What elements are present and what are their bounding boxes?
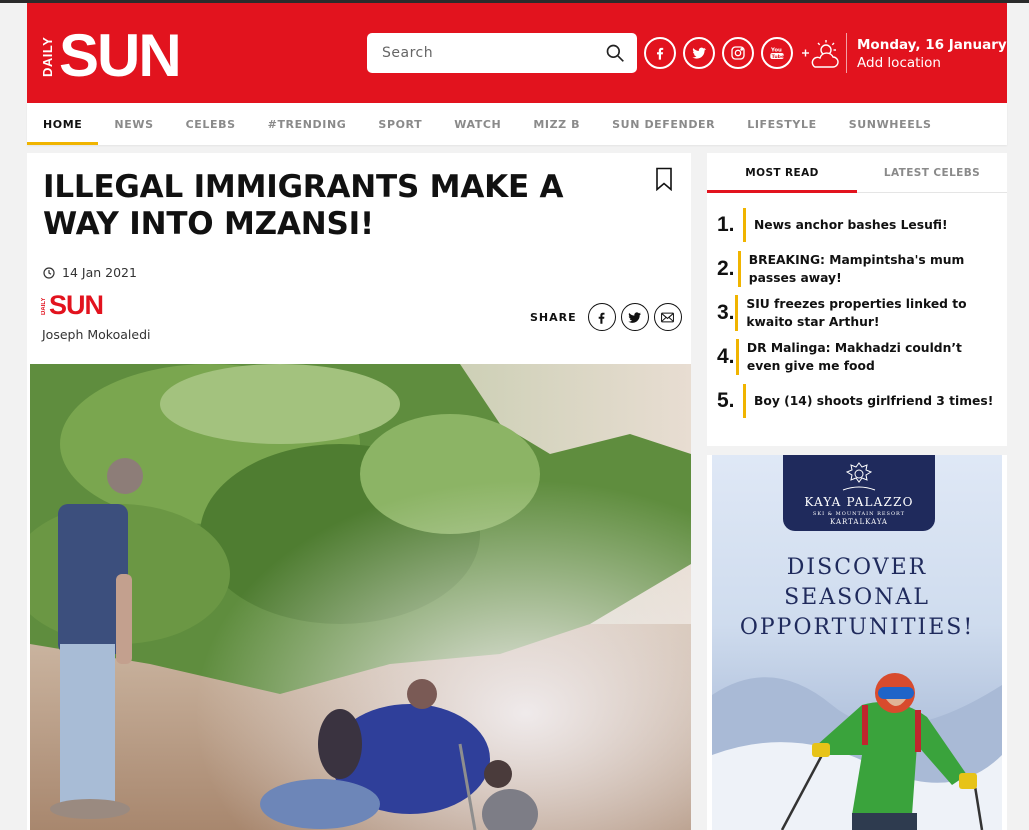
ad-headline: DISCOVER SEASONAL OPPORTUNITIES! (712, 553, 1002, 643)
ad-banner[interactable]: KAYA PALAZZO SKI & MOUNTAIN RESORT KARTA… (712, 455, 1002, 830)
search-input[interactable] (382, 45, 605, 61)
date-location: Monday, 16 January Add location (857, 36, 1007, 72)
share-label: SHARE (530, 310, 577, 324)
nav-news[interactable]: NEWS (98, 103, 169, 145)
nav-sun-defender[interactable]: SUN DEFENDER (596, 103, 731, 145)
list-item[interactable]: 2. BREAKING: Mampintsha's mum passes awa… (715, 247, 999, 291)
advertisement[interactable]: KAYA PALAZZO SKI & MOUNTAIN RESORT KARTA… (707, 455, 1007, 830)
ad-line-2: SEASONAL (784, 585, 930, 610)
clock-icon (43, 266, 55, 279)
share-twitter-icon[interactable] (620, 303, 649, 331)
share-email-icon[interactable] (653, 303, 682, 331)
ad-brand-name: KAYA PALAZZO (804, 495, 914, 509)
list-item[interactable]: 5. Boy (14) shoots girlfriend 3 times! (715, 379, 999, 423)
instagram-icon[interactable] (722, 37, 754, 69)
daily-sun-logo[interactable]: DAILY SUN (40, 22, 182, 89)
main-nav: HOME NEWS CELEBS #TRENDING SPORT WATCH M… (27, 103, 1007, 145)
rank-number: 2. (717, 257, 735, 280)
nav-mizz-b[interactable]: MIZZ B (517, 103, 596, 145)
youtube-icon[interactable]: You Tube (761, 37, 793, 69)
minilogo-sun-text: SUN (49, 290, 104, 320)
ad-brand-sub: SKI & MOUNTAIN RESORT (812, 511, 906, 517)
tab-latest-celebs[interactable]: LATEST CELEBS (857, 153, 1007, 192)
nav-trending[interactable]: #TRENDING (252, 103, 363, 145)
article-title: ILLEGAL IMMIGRANTS MAKE A WAY INTO MZANS… (43, 169, 564, 242)
logo-daily-text: DAILY (40, 36, 55, 78)
article-date-text: 14 Jan 2021 (62, 265, 137, 280)
share-bar: SHARE (530, 303, 682, 331)
add-location-link[interactable]: Add location (857, 54, 1007, 72)
rank-number: 3. (717, 301, 735, 324)
header-divider (846, 33, 847, 73)
twitter-icon[interactable] (683, 37, 715, 69)
list-item[interactable]: 1. News anchor bashes Lesufi! (715, 203, 999, 247)
weather-icon[interactable] (801, 37, 841, 71)
nav-home[interactable]: HOME (27, 103, 99, 145)
article-hero-image (30, 364, 691, 830)
search-icon[interactable] (605, 43, 625, 63)
nav-celebs[interactable]: CELEBS (170, 103, 252, 145)
article-author[interactable]: Joseph Mokoaledi (42, 327, 150, 342)
ad-line-1: DISCOVER (786, 555, 928, 580)
search-box[interactable] (367, 33, 637, 73)
sidebar-tabs: MOST READ LATEST CELEBS (707, 153, 1007, 193)
most-read-title[interactable]: DR Malinga: Makhadzi couldn’t even give … (735, 339, 999, 375)
minilogo-daily-text: DAILY (41, 297, 47, 315)
svg-text:Tube: Tube (772, 54, 784, 60)
bookmark-icon[interactable] (655, 167, 673, 191)
nav-sunwheels[interactable]: SUNWHEELS (833, 103, 948, 145)
social-links: You Tube (644, 37, 793, 69)
most-read-title[interactable]: BREAKING: Mampintsha's mum passes away! (737, 251, 999, 287)
most-read-widget: MOST READ LATEST CELEBS 1. News anchor b… (707, 153, 1007, 446)
ad-brand-place: KARTALKAYA (830, 518, 888, 526)
tab-most-read[interactable]: MOST READ (707, 153, 857, 193)
article-card: ILLEGAL IMMIGRANTS MAKE A WAY INTO MZANS… (27, 153, 691, 830)
publication-logo: DAILY SUN (41, 290, 104, 320)
ad-line-3: OPPORTUNITIES! (739, 615, 975, 640)
list-item[interactable]: 4. DR Malinga: Makhadzi couldn’t even gi… (715, 335, 999, 379)
rank-number: 5. (717, 389, 735, 412)
nav-lifestyle[interactable]: LIFESTYLE (731, 103, 832, 145)
current-date: Monday, 16 January (857, 37, 1007, 53)
rank-number: 4. (717, 345, 735, 368)
crest-icon (842, 462, 876, 491)
ad-brand-badge: KAYA PALAZZO SKI & MOUNTAIN RESORT KARTA… (783, 455, 935, 531)
most-read-title[interactable]: News anchor bashes Lesufi! (743, 208, 948, 242)
most-read-title[interactable]: SIU freezes properties linked to kwaito … (735, 295, 999, 331)
logo-sun-text: SUN (59, 22, 182, 89)
nav-sport[interactable]: SPORT (362, 103, 438, 145)
most-read-title[interactable]: Boy (14) shoots girlfriend 3 times! (743, 384, 993, 418)
nav-watch[interactable]: WATCH (438, 103, 517, 145)
rank-number: 1. (717, 213, 735, 236)
svg-text:You: You (770, 48, 782, 54)
most-read-list: 1. News anchor bashes Lesufi! 2. BREAKIN… (707, 193, 1007, 423)
share-facebook-icon[interactable] (587, 303, 616, 331)
site-header: DAILY SUN YouTube Monday, 16 January Add… (27, 3, 1007, 103)
facebook-icon[interactable] (644, 37, 676, 69)
list-item[interactable]: 3. SIU freezes properties linked to kwai… (715, 291, 999, 335)
article-date: 14 Jan 2021 (43, 265, 137, 280)
